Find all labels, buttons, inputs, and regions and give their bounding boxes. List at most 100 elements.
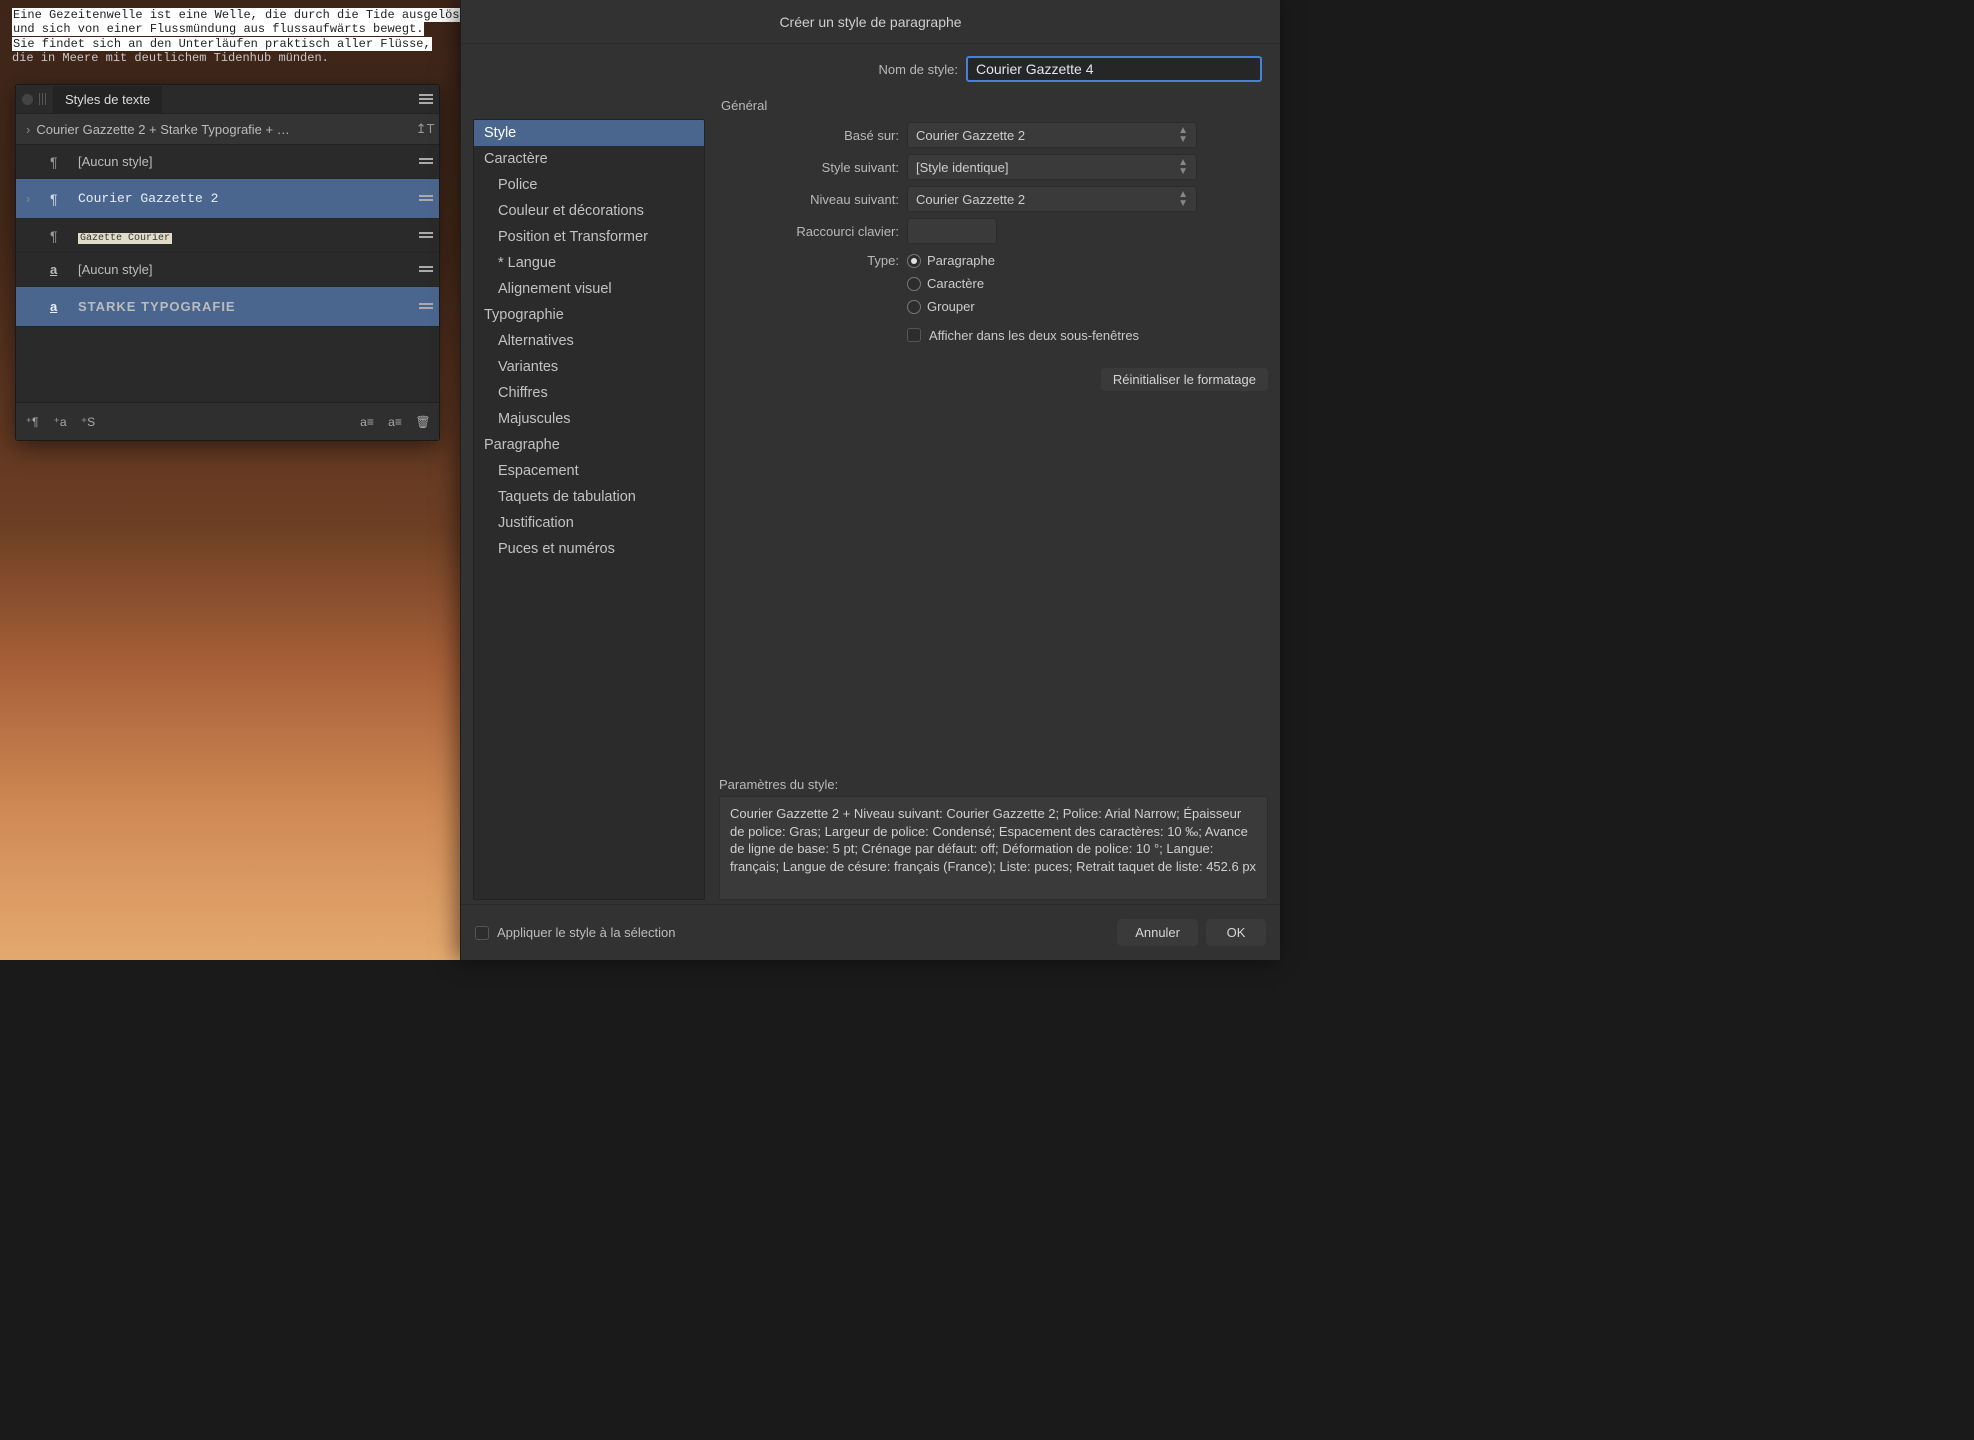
style-breadcrumb-row: › Courier Gazzette 2 + Starke Typografie… <box>16 113 439 145</box>
radio-grouper[interactable]: Grouper <box>907 299 995 314</box>
close-icon[interactable] <box>22 94 33 105</box>
row-menu-icon[interactable] <box>419 158 433 166</box>
grip-icon[interactable] <box>39 93 47 105</box>
ok-button[interactable]: OK <box>1206 919 1266 946</box>
cat-couleur[interactable]: Couleur et décorations <box>474 198 704 224</box>
radio-icon <box>907 254 921 268</box>
doc-line-2: und sich von einer Flussmündung aus flus… <box>12 22 424 36</box>
row-menu-icon[interactable] <box>419 232 433 240</box>
next-style-row: Style suivant: [Style identique] ▲▼ <box>719 151 1268 183</box>
next-style-value: [Style identique] <box>916 160 1009 175</box>
rename-style-icon[interactable]: a≡ <box>357 415 377 429</box>
style-label: Courier Gazzette 2 <box>78 191 218 206</box>
cat-justification[interactable]: Justification <box>474 510 704 536</box>
style-row-none-1[interactable]: ¶ [Aucun style] <box>16 145 439 179</box>
style-label: STARKE TYPOGRAFIE <box>78 299 236 314</box>
shortcut-input[interactable] <box>907 218 997 244</box>
next-style-label: Style suivant: <box>719 160 899 175</box>
style-label: Gazette Courier <box>78 228 172 244</box>
style-name-input[interactable] <box>966 56 1262 82</box>
based-on-row: Basé sur: Courier Gazzette 2 ▲▼ <box>719 119 1268 151</box>
pilcrow-icon: ¶ <box>50 154 66 170</box>
style-row-starke[interactable]: a STARKE TYPOGRAFIE <box>16 287 439 327</box>
row-menu-icon[interactable] <box>419 266 433 274</box>
char-style-icon: a <box>50 262 66 277</box>
cat-paragraphe[interactable]: Paragraphe <box>474 432 704 458</box>
char-style-icon: a <box>50 299 66 314</box>
dialog-footer: Appliquer le style à la sélection Annule… <box>461 904 1280 960</box>
radio-paragraphe[interactable]: Paragraphe <box>907 253 995 268</box>
show-both-label: Afficher dans les deux sous-fenêtres <box>929 328 1139 343</box>
next-level-value: Courier Gazzette 2 <box>916 192 1025 207</box>
cat-langue[interactable]: * Langue <box>474 250 704 276</box>
chevron-right-icon[interactable]: › <box>20 122 36 137</box>
style-row-gazette[interactable]: ¶ Gazette Courier <box>16 219 439 253</box>
cat-espacement[interactable]: Espacement <box>474 458 704 484</box>
form-area: Basé sur: Courier Gazzette 2 ▲▼ Style su… <box>705 119 1268 900</box>
updown-icon: ▲▼ <box>1178 126 1188 144</box>
panel-menu-icon[interactable] <box>419 94 433 104</box>
radio-icon <box>907 300 921 314</box>
document-text: Eine Gezeitenwelle ist eine Welle, die d… <box>12 8 504 66</box>
based-on-select[interactable]: Courier Gazzette 2 ▲▼ <box>907 122 1197 148</box>
cat-majuscules[interactable]: Majuscules <box>474 406 704 432</box>
name-label: Nom de style: <box>879 62 958 77</box>
type-label: Type: <box>719 251 899 268</box>
style-row-courier[interactable]: › ¶ Courier Gazzette 2 <box>16 179 439 219</box>
add-group-icon[interactable]: ⁺S <box>78 415 98 429</box>
row-menu-icon[interactable] <box>419 303 433 311</box>
shortcut-label: Raccourci clavier: <box>719 224 899 239</box>
shortcut-row: Raccourci clavier: <box>719 215 1268 247</box>
cancel-button[interactable]: Annuler <box>1117 919 1198 946</box>
chevron-right-icon[interactable]: › <box>26 191 30 206</box>
params-label: Paramètres du style: <box>719 777 1268 796</box>
name-row: Nom de style: <box>461 44 1280 82</box>
based-on-value: Courier Gazzette 2 <box>916 128 1025 143</box>
style-label: [Aucun style] <box>78 262 152 277</box>
radio-icon <box>907 277 921 291</box>
cat-caractere[interactable]: Caractère <box>474 146 704 172</box>
cat-puces[interactable]: Puces et numéros <box>474 536 704 562</box>
panel-header: Styles de texte <box>16 85 439 113</box>
text-styles-panel: Styles de texte › Courier Gazzette 2 + S… <box>15 84 440 441</box>
based-on-label: Basé sur: <box>719 128 899 143</box>
duplicate-style-icon[interactable]: a≡ <box>385 415 405 429</box>
dialog-title: Créer un style de paragraphe <box>461 0 1280 44</box>
breadcrumb-label: Courier Gazzette 2 + Starke Typografie +… <box>36 122 415 137</box>
trash-icon[interactable]: 🗑 <box>413 415 433 429</box>
cat-style[interactable]: Style <box>474 120 704 146</box>
add-char-style-icon[interactable]: ⁺a <box>50 415 70 429</box>
show-both-checkbox[interactable]: Afficher dans les deux sous-fenêtres <box>907 328 1139 343</box>
doc-line-4: die in Meere mit deutlichem Tidenhub mün… <box>12 51 329 65</box>
cat-taquets[interactable]: Taquets de tabulation <box>474 484 704 510</box>
create-paragraph-style-dialog: Créer un style de paragraphe Nom de styl… <box>460 0 1280 960</box>
cat-variantes[interactable]: Variantes <box>474 354 704 380</box>
row-menu-icon[interactable] <box>419 195 433 203</box>
dialog-body: Style Caractère Police Couleur et décora… <box>461 113 1280 904</box>
pilcrow-icon: ¶ <box>50 191 66 207</box>
checkbox-icon <box>475 926 489 940</box>
cat-chiffres[interactable]: Chiffres <box>474 380 704 406</box>
next-level-label: Niveau suivant: <box>719 192 899 207</box>
cat-alternatives[interactable]: Alternatives <box>474 328 704 354</box>
next-style-select[interactable]: [Style identique] ▲▼ <box>907 154 1197 180</box>
apply-to-selection-checkbox[interactable]: Appliquer le style à la sélection <box>475 925 676 940</box>
cat-police[interactable]: Police <box>474 172 704 198</box>
general-section-label: Général <box>461 82 1280 113</box>
params-textbox: Courier Gazzette 2 + Niveau suivant: Cou… <box>719 796 1268 900</box>
radio-caractere[interactable]: Caractère <box>907 276 995 291</box>
apply-label: Appliquer le style à la sélection <box>497 925 676 940</box>
next-level-row: Niveau suivant: Courier Gazzette 2 ▲▼ <box>719 183 1268 215</box>
checkbox-icon <box>907 328 921 342</box>
cat-align[interactable]: Alignement visuel <box>474 276 704 302</box>
next-level-select[interactable]: Courier Gazzette 2 ▲▼ <box>907 186 1197 212</box>
cat-typographie[interactable]: Typographie <box>474 302 704 328</box>
tab-styles[interactable]: Styles de texte <box>53 86 162 113</box>
updown-icon: ▲▼ <box>1178 190 1188 208</box>
style-row-none-2[interactable]: a [Aucun style] <box>16 253 439 287</box>
cat-position[interactable]: Position et Transformer <box>474 224 704 250</box>
reset-formatting-button[interactable]: Réinitialiser le formatage <box>1101 368 1268 391</box>
style-label: [Aucun style] <box>78 154 152 169</box>
update-style-icon[interactable]: ↥T <box>415 119 435 139</box>
add-paragraph-style-icon[interactable]: ⁺¶ <box>22 415 42 429</box>
